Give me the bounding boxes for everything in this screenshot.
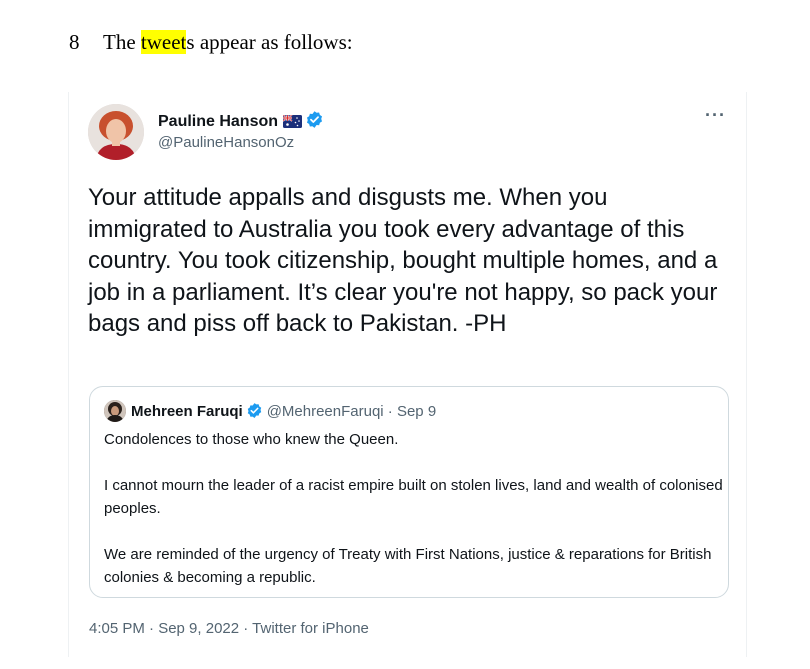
paragraph-text-after: s appear as follows: [186,30,353,54]
author-handle[interactable]: @PaulineHansonOz [158,134,294,151]
quoted-author-name: Mehreen Faruqi [131,403,243,420]
quoted-author-handle-date: @MehreenFaruqi · Sep 9 [266,403,437,420]
quoted-author-avatar [104,400,126,422]
tweet-text: Your attitude appalls and disgusts me. W… [88,184,718,337]
quoted-paragraph: I cannot mourn the leader of a racist em… [104,477,723,517]
quoted-paragraph: We are reminded of the urgency of Treaty… [104,546,712,586]
highlighted-word: tweet [140,30,187,54]
tweet-author: Pauline Hanson [158,110,324,134]
more-options-icon[interactable]: ··· [705,106,726,124]
quoted-tweet-text: Condolences to those who knew the Queen.… [104,428,724,589]
paragraph-text-before: The [103,30,141,54]
document-paragraph: 8 The tweets appear as follows: [69,30,353,55]
author-name[interactable]: Pauline Hanson [158,113,278,130]
quoted-tweet-header: Mehreen Faruqi @MehreenFaruqi · Sep 9 [131,402,436,423]
quoted-tweet[interactable]: Mehreen Faruqi @MehreenFaruqi · Sep 9 Con… [89,386,729,598]
verified-badge-icon [246,402,263,423]
verified-badge-icon [305,110,324,134]
paragraph-number: 8 [69,30,80,54]
tweet-card: Pauline Hanson @PaulineHansonOz ··· Your… [68,92,747,657]
quoted-paragraph: Condolences to those who knew the Queen. [104,431,399,448]
tweet-timestamp[interactable]: 4:05 PM · Sep 9, 2022 · Twitter for iPho… [89,620,369,637]
author-avatar[interactable] [88,104,144,160]
australian-flag-icon [282,114,303,133]
